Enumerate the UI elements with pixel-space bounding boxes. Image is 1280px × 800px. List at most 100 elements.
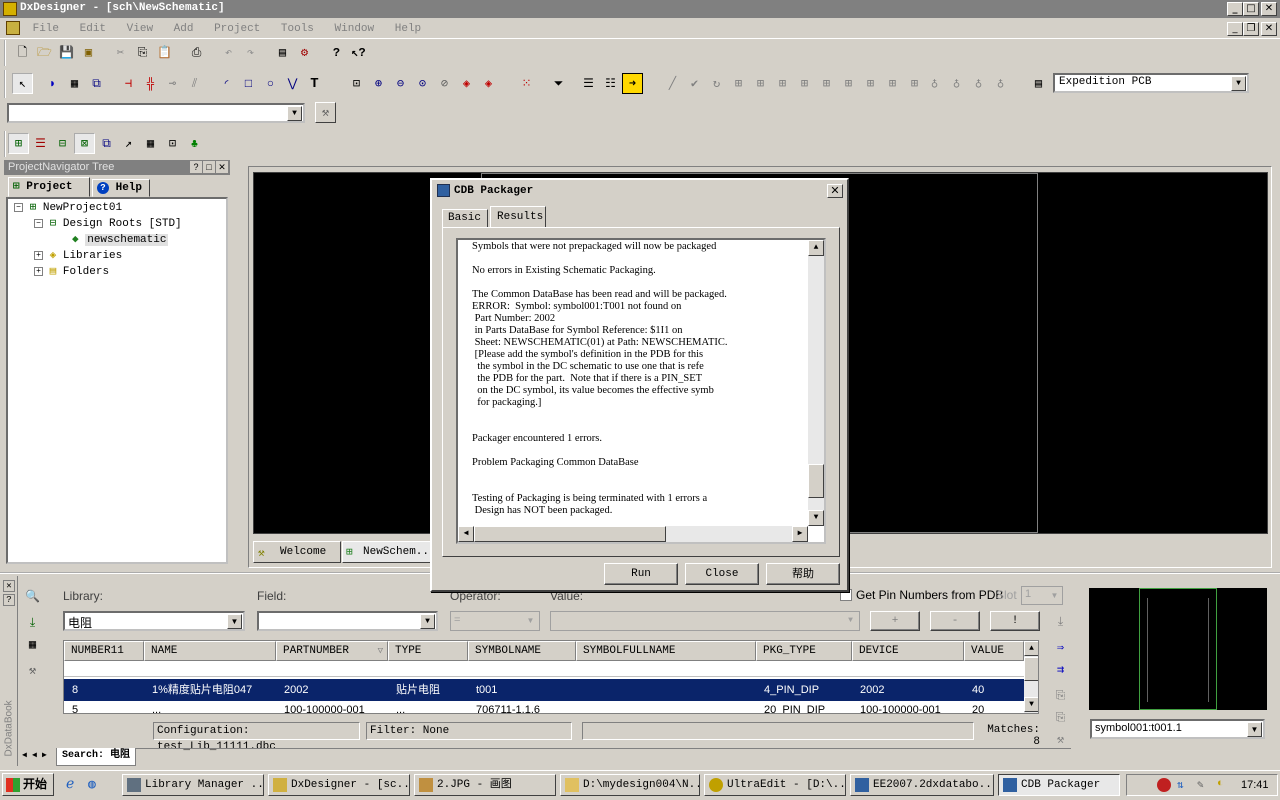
preview-symbol-select[interactable]: symbol001:t001.1 ▼ — [1090, 719, 1265, 739]
navigator-help-icon[interactable]: ? — [190, 161, 202, 173]
select-icon[interactable]: ↖ — [12, 73, 33, 94]
table-scrollbar[interactable]: ▲ ▼ — [1024, 641, 1038, 713]
print-icon[interactable]: ⎙ — [186, 42, 207, 63]
paste-icon[interactable]: 📋 — [154, 42, 175, 63]
scroll-thumb[interactable] — [474, 526, 666, 542]
pan-icon[interactable]: ⊘ — [434, 73, 455, 94]
menu-add[interactable]: Add — [174, 23, 194, 35]
text-icon[interactable]: T — [304, 73, 325, 94]
doc-tab-newschematic[interactable]: ⊞ NewSchem... — [342, 541, 432, 563]
close-button[interactable]: ✕ — [1261, 2, 1277, 16]
chevron-down-icon[interactable]: ▼ — [1247, 722, 1262, 737]
filter-icon[interactable]: ⏷ — [548, 73, 569, 94]
add-pin-icon[interactable]: ⊸ — [162, 73, 183, 94]
tool-b-icon[interactable]: ⊞ — [750, 73, 771, 94]
doc-tab-welcome[interactable]: ⚒ Welcome — [253, 541, 341, 563]
search-icon[interactable]: 🔍 — [22, 586, 43, 607]
library-select[interactable]: 电阻 ▼ — [63, 611, 245, 631]
databook-close-icon[interactable]: ✕ — [3, 580, 15, 592]
column-header-symbolname[interactable]: SYMBOLNAME — [468, 641, 576, 661]
field-select[interactable]: ▼ — [257, 611, 438, 631]
column-header-pkg-type[interactable]: PKG_TYPE — [756, 641, 852, 661]
download-arrow-icon[interactable]: ⤓ — [1050, 611, 1071, 632]
scroll-up-icon[interactable]: ▲ — [808, 240, 824, 256]
tree-item-folders[interactable]: + ▤ Folders — [8, 264, 226, 280]
bulb-d-icon[interactable]: ♁ — [990, 73, 1011, 94]
redo-icon[interactable]: ↷ — [240, 42, 261, 63]
circle-icon[interactable]: ○ — [260, 73, 281, 94]
column-header-type[interactable]: TYPE — [388, 641, 468, 661]
table-row[interactable]: 5 ... 100-100000-001 ... 706711-1.1.6 20… — [64, 703, 1024, 713]
tray-icon-a[interactable] — [1157, 778, 1171, 792]
navigator-float-icon[interactable]: □ — [203, 161, 215, 173]
menu-view[interactable]: View — [127, 23, 153, 35]
add-criteria-button[interactable]: + — [870, 611, 920, 631]
column-header-device[interactable]: DEVICE — [852, 641, 964, 661]
zoom-fit-icon[interactable]: ⊡ — [346, 73, 367, 94]
tool-i-icon[interactable]: ⊞ — [904, 73, 925, 94]
project-tree-icon[interactable]: ⊞ — [8, 133, 29, 154]
flow-select[interactable]: Expedition PCB ▼ — [1053, 73, 1249, 93]
maximize-button[interactable]: □ — [1243, 2, 1259, 16]
quicklaunch-ie-icon[interactable]: ℯ — [66, 777, 82, 793]
scroll-right-icon[interactable]: ▶ — [792, 526, 808, 542]
settings-icon[interactable]: ⚙ — [294, 42, 315, 63]
add-block-icon[interactable]: ⧉ — [86, 73, 107, 94]
menu-tools[interactable]: Tools — [281, 23, 314, 35]
expand-icon[interactable]: + — [34, 250, 43, 260]
arc-icon[interactable]: ◜ — [216, 73, 237, 94]
chevron-down-icon[interactable]: ▼ — [227, 614, 242, 629]
save-all-icon[interactable]: ▣ — [78, 42, 99, 63]
configure-icon[interactable]: ⚒ — [1050, 729, 1071, 750]
menu-file[interactable]: File — [33, 23, 59, 35]
tool-f-icon[interactable]: ⊞ — [838, 73, 859, 94]
doc-close-button[interactable]: ✕ — [1261, 22, 1277, 36]
add-chip-icon[interactable]: ▦ — [64, 73, 85, 94]
column-header-number11[interactable]: NUMBER11 — [64, 641, 144, 661]
tray-icon-c[interactable]: ✎ — [1197, 778, 1211, 792]
add-component-icon[interactable]: ◗ — [42, 73, 63, 94]
add-bus-icon[interactable]: ╬ — [140, 73, 161, 94]
check-icon[interactable]: ✔ — [684, 73, 705, 94]
taskbar-item-ultraedit[interactable]: UltraEdit - [D:\... — [704, 774, 846, 796]
flow-icon[interactable]: ▤ — [1028, 73, 1049, 94]
tree-item-libraries[interactable]: + ◈ Libraries — [8, 248, 226, 264]
copy-icon[interactable]: ⎘ — [132, 42, 153, 63]
tool-g-icon[interactable]: ⊞ — [860, 73, 881, 94]
tab-nav-prev[interactable]: ◀ — [32, 750, 42, 762]
taskbar-item-ee2007[interactable]: EE2007.2dxdatabo... — [850, 774, 994, 796]
scroll-left-icon[interactable]: ◀ — [458, 526, 474, 542]
bulb-a-icon[interactable]: ♁ — [924, 73, 945, 94]
rectangle-icon[interactable]: □ — [238, 73, 259, 94]
quicklaunch-desktop-icon[interactable]: ◍ — [88, 777, 104, 793]
tab-nav-next[interactable]: ▶ — [42, 750, 52, 762]
zoom-out-icon[interactable]: ⊖ — [390, 73, 411, 94]
undo-icon[interactable]: ↶ — [218, 42, 239, 63]
grid-icon[interactable]: ⁙ — [516, 73, 537, 94]
place-right-icon[interactable]: ⇒ — [1050, 637, 1071, 658]
execute-search-button[interactable]: ! — [990, 611, 1040, 631]
previous-view-icon[interactable]: ◈ — [456, 73, 477, 94]
expand-icon[interactable]: + — [34, 266, 43, 276]
column-header-symbolfullname[interactable]: SYMBOLFULLNAME — [576, 641, 756, 661]
bulb-c-icon[interactable]: ♁ — [968, 73, 989, 94]
search-results-tab[interactable]: Search: 电阻 — [56, 748, 136, 766]
dialog-tab-results[interactable]: Results — [490, 206, 546, 228]
scroll-up-icon[interactable]: ▲ — [1024, 641, 1038, 656]
polyline-icon[interactable]: ⋁ — [282, 73, 303, 94]
taskbar-item-dxdesigner[interactable]: DxDesigner - [sc... — [268, 774, 410, 796]
tree-item-newschematic[interactable]: ◆ newschematic — [8, 232, 226, 248]
column-header-partnumber[interactable]: PARTNUMBER ▽ — [276, 641, 388, 661]
spreadsheet-icon[interactable]: ▦ — [140, 133, 161, 154]
menu-window[interactable]: Window — [335, 23, 375, 35]
menu-help[interactable]: Help — [395, 23, 421, 35]
scroll-thumb[interactable] — [1024, 657, 1038, 681]
scroll-thumb[interactable] — [808, 464, 824, 498]
dialog-tab-basic[interactable]: Basic — [442, 209, 488, 228]
collapse-icon[interactable]: − — [14, 202, 23, 212]
dialog-close-button[interactable]: ✕ — [827, 184, 843, 198]
tab-project[interactable]: ⊞ Project — [8, 177, 90, 197]
new-file-icon[interactable]: 🗋 — [12, 42, 33, 63]
taskbar-item-paint[interactable]: 2.JPG - 画图 — [414, 774, 556, 796]
doc-minimize-button[interactable]: _ — [1227, 22, 1243, 36]
